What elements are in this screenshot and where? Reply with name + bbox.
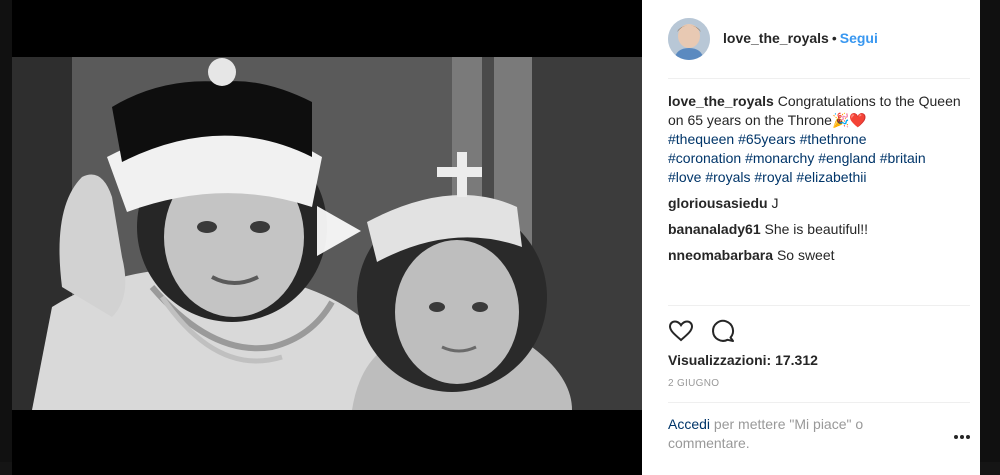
hashtag[interactable]: #england (818, 150, 876, 166)
hashtag[interactable]: #thethrone (800, 131, 867, 147)
divider (668, 78, 970, 79)
hashtag[interactable]: #thequeen (668, 131, 734, 147)
hashtag[interactable]: #monarchy (745, 150, 814, 166)
comment-text: She is beautiful!! (764, 221, 869, 237)
play-icon[interactable] (299, 196, 369, 266)
hashtag[interactable]: #coronation (668, 150, 741, 166)
separator-dot: • (831, 30, 837, 46)
comment-text: So sweet (776, 247, 835, 263)
post-date[interactable]: 2 GIUGNO (668, 378, 719, 389)
comment-text: J (771, 195, 779, 211)
caption-username[interactable]: love_the_royals (668, 93, 774, 109)
hashtag[interactable]: #elizabethii (796, 169, 866, 185)
caption: love_the_royals Congratulations to the Q… (668, 92, 968, 187)
hashtag[interactable]: #65years (738, 131, 796, 147)
post-details-panel: love_the_royals • Segui love_the_royals Co… (642, 0, 980, 475)
hashtag[interactable]: #royals (705, 169, 750, 185)
hashtag[interactable]: #love (668, 169, 701, 185)
login-link[interactable]: Accedi (668, 416, 710, 432)
views-count: Visualizzazioni: 17.312 (668, 352, 818, 368)
comment-username[interactable]: gloriousasiedu (668, 195, 768, 211)
login-prompt: Accedi per mettere "Mi piace" o commenta… (668, 415, 918, 453)
comment-item: bananalady61 She is beautiful!! (668, 220, 968, 239)
avatar-image (668, 18, 710, 60)
background-overlay-left (0, 0, 12, 475)
divider (668, 305, 970, 306)
comment-icon[interactable] (710, 318, 736, 344)
post-username[interactable]: love_the_royals (723, 30, 829, 46)
more-options-icon[interactable] (952, 432, 972, 442)
heart-icon[interactable] (668, 318, 694, 344)
post-header: love_the_royals • Segui (642, 0, 980, 78)
comment-username[interactable]: bananalady61 (668, 221, 761, 237)
background-overlay-right (980, 0, 1000, 475)
comment-item: nneomabarbara So sweet (668, 246, 968, 265)
video-player[interactable] (12, 0, 642, 475)
comment-username[interactable]: nneomabarbara (668, 247, 773, 263)
comments-list: love_the_royals Congratulations to the Q… (668, 92, 968, 272)
hashtag[interactable]: #britain (880, 150, 926, 166)
hashtag[interactable]: #royal (754, 169, 792, 185)
divider (668, 402, 970, 403)
avatar[interactable] (668, 18, 710, 60)
comment-item: gloriousasiedu J (668, 194, 968, 213)
follow-button[interactable]: Segui (840, 30, 878, 46)
header-text: love_the_royals • Segui (723, 30, 878, 46)
